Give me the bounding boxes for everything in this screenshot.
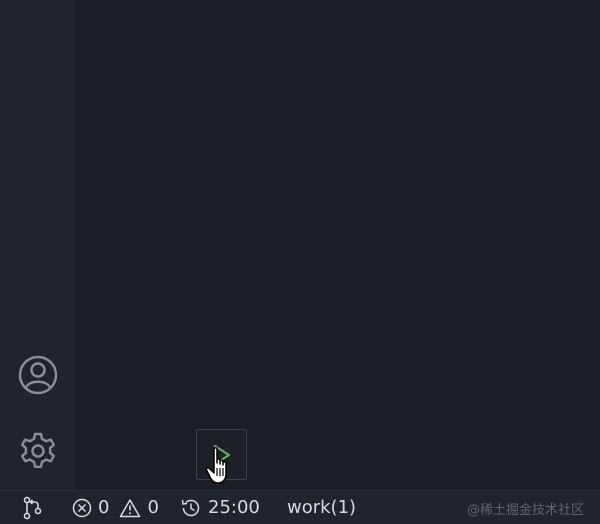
warnings-count: 0 bbox=[147, 496, 159, 518]
problems-status[interactable]: 0 0 bbox=[72, 491, 159, 524]
workspace-status[interactable]: work(1) bbox=[287, 491, 356, 524]
manage-settings-button[interactable] bbox=[14, 427, 62, 475]
history-icon bbox=[181, 499, 200, 516]
gear-icon bbox=[21, 432, 55, 468]
source-control-status[interactable] bbox=[22, 491, 44, 524]
watermark: @稀土掘金技术社区 bbox=[466, 502, 584, 518]
errors-count: 0 bbox=[98, 496, 110, 518]
timer-value: 25:00 bbox=[208, 496, 260, 518]
ide-window: 0 0 25:00 work(1) @稀土掘金技术社区 bbox=[0, 0, 600, 524]
account-icon bbox=[18, 355, 58, 395]
source-control-icon bbox=[23, 496, 42, 519]
account-button[interactable] bbox=[14, 351, 62, 399]
error-icon bbox=[72, 498, 92, 517]
play-icon bbox=[213, 444, 230, 465]
warning-icon bbox=[120, 498, 141, 517]
run-button[interactable] bbox=[196, 429, 247, 480]
status-bar: 0 0 25:00 work(1) @稀土掘金技术社区 bbox=[0, 490, 600, 524]
timer-status[interactable]: 25:00 bbox=[180, 491, 260, 524]
workspace-label: work(1) bbox=[287, 496, 357, 518]
editor-area bbox=[75, 0, 600, 490]
activity-bar bbox=[0, 0, 75, 490]
